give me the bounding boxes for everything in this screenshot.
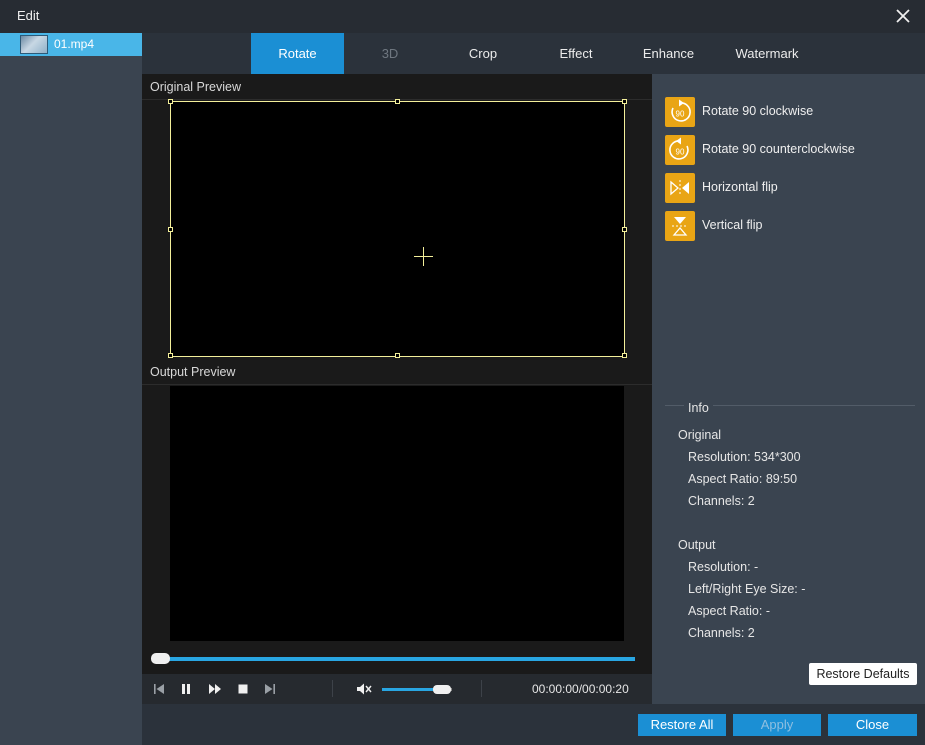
video-thumbnail (20, 35, 48, 54)
tab-watermark[interactable]: Watermark (715, 33, 819, 74)
volume-mute-icon[interactable] (356, 682, 372, 696)
rotate-counterclockwise-button[interactable]: 90 Rotate 90 counterclockwise (665, 135, 915, 165)
tab-bar: Rotate 3D Crop Effect Enhance Watermark (142, 33, 925, 74)
tab-crop[interactable]: Crop (437, 33, 529, 74)
crop-handle-bottom[interactable] (395, 353, 400, 358)
title-bar: Edit (0, 0, 925, 33)
rotate-ccw-icon-text: 90 (676, 148, 685, 157)
crop-handle-bottom-right[interactable] (622, 353, 627, 358)
divider (142, 384, 652, 385)
rotate-panel: 90 Rotate 90 clockwise 90 Rotate 90 coun… (652, 74, 925, 704)
original-preview-label: Original Preview (150, 80, 242, 94)
bottom-bar: Restore All Apply Close (142, 704, 925, 745)
vertical-flip-button[interactable]: Vertical flip (665, 211, 915, 241)
file-list: 01.mp4 (0, 33, 142, 745)
fast-forward-icon[interactable] (208, 682, 222, 696)
horizontal-flip-label: Horizontal flip (702, 180, 778, 194)
horizontal-flip-icon (665, 173, 695, 203)
crop-handle-bottom-left[interactable] (168, 353, 173, 358)
close-button[interactable]: Close (828, 714, 917, 736)
window-title: Edit (17, 8, 40, 23)
tab-3d[interactable]: 3D (344, 33, 436, 74)
stop-icon[interactable] (236, 682, 250, 696)
file-item[interactable]: 01.mp4 (0, 33, 142, 56)
output-preview-label: Output Preview (150, 365, 236, 379)
crosshair-icon (414, 247, 433, 266)
rotate-ccw-icon: 90 (665, 135, 695, 165)
horizontal-flip-button[interactable]: Horizontal flip (665, 173, 915, 203)
restore-defaults-button[interactable]: Restore Defaults (809, 663, 917, 685)
restore-all-button[interactable]: Restore All (638, 714, 726, 736)
divider (481, 680, 482, 697)
crop-handle-top-right[interactable] (622, 99, 627, 104)
apply-button[interactable]: Apply (733, 714, 821, 736)
crop-handle-top[interactable] (395, 99, 400, 104)
output-preview-frame (170, 386, 624, 641)
timecode: 00:00:00/00:00:20 (532, 682, 629, 696)
close-icon[interactable] (892, 5, 914, 27)
original-resolution: Resolution: 534*300 (688, 450, 801, 464)
crop-handle-left[interactable] (168, 227, 173, 232)
volume-handle[interactable] (432, 685, 451, 694)
rotate-cw-icon: 90 (665, 97, 695, 127)
tab-enhance[interactable]: Enhance (622, 33, 715, 74)
rotate-clockwise-label: Rotate 90 clockwise (702, 104, 814, 118)
vertical-flip-icon (665, 211, 695, 241)
vertical-flip-label: Vertical flip (702, 218, 763, 232)
tab-rotate[interactable]: Rotate (251, 33, 344, 74)
crop-handle-right[interactable] (622, 227, 627, 232)
info-title: Info (684, 401, 713, 415)
seek-handle[interactable] (151, 653, 170, 664)
output-aspect-ratio: Aspect Ratio: - (688, 604, 770, 618)
rotate-clockwise-button[interactable]: 90 Rotate 90 clockwise (665, 97, 915, 127)
divider (332, 680, 333, 697)
rotate-counterclockwise-label: Rotate 90 counterclockwise (702, 142, 855, 156)
original-info-heading: Original (678, 428, 722, 442)
preview-area: Original Preview Output Preview 00:00:00… (142, 74, 652, 704)
tab-effect[interactable]: Effect (530, 33, 622, 74)
player-controls: 00:00:00/00:00:20 (142, 674, 652, 704)
crop-handle-top-left[interactable] (168, 99, 173, 104)
pause-icon[interactable] (179, 682, 193, 696)
file-name: 01.mp4 (54, 37, 95, 51)
original-aspect-ratio: Aspect Ratio: 89:50 (688, 472, 798, 486)
output-resolution: Resolution: - (688, 560, 759, 574)
rotate-cw-icon-text: 90 (676, 110, 685, 119)
next-icon[interactable] (263, 682, 277, 696)
previous-icon[interactable] (152, 682, 166, 696)
output-eye-size: Left/Right Eye Size: - (688, 582, 806, 596)
output-channels: Channels: 2 (688, 626, 755, 640)
seek-bar[interactable] (152, 657, 635, 661)
original-channels: Channels: 2 (688, 494, 755, 508)
output-info-heading: Output (678, 538, 716, 552)
original-preview-frame[interactable] (168, 99, 627, 358)
